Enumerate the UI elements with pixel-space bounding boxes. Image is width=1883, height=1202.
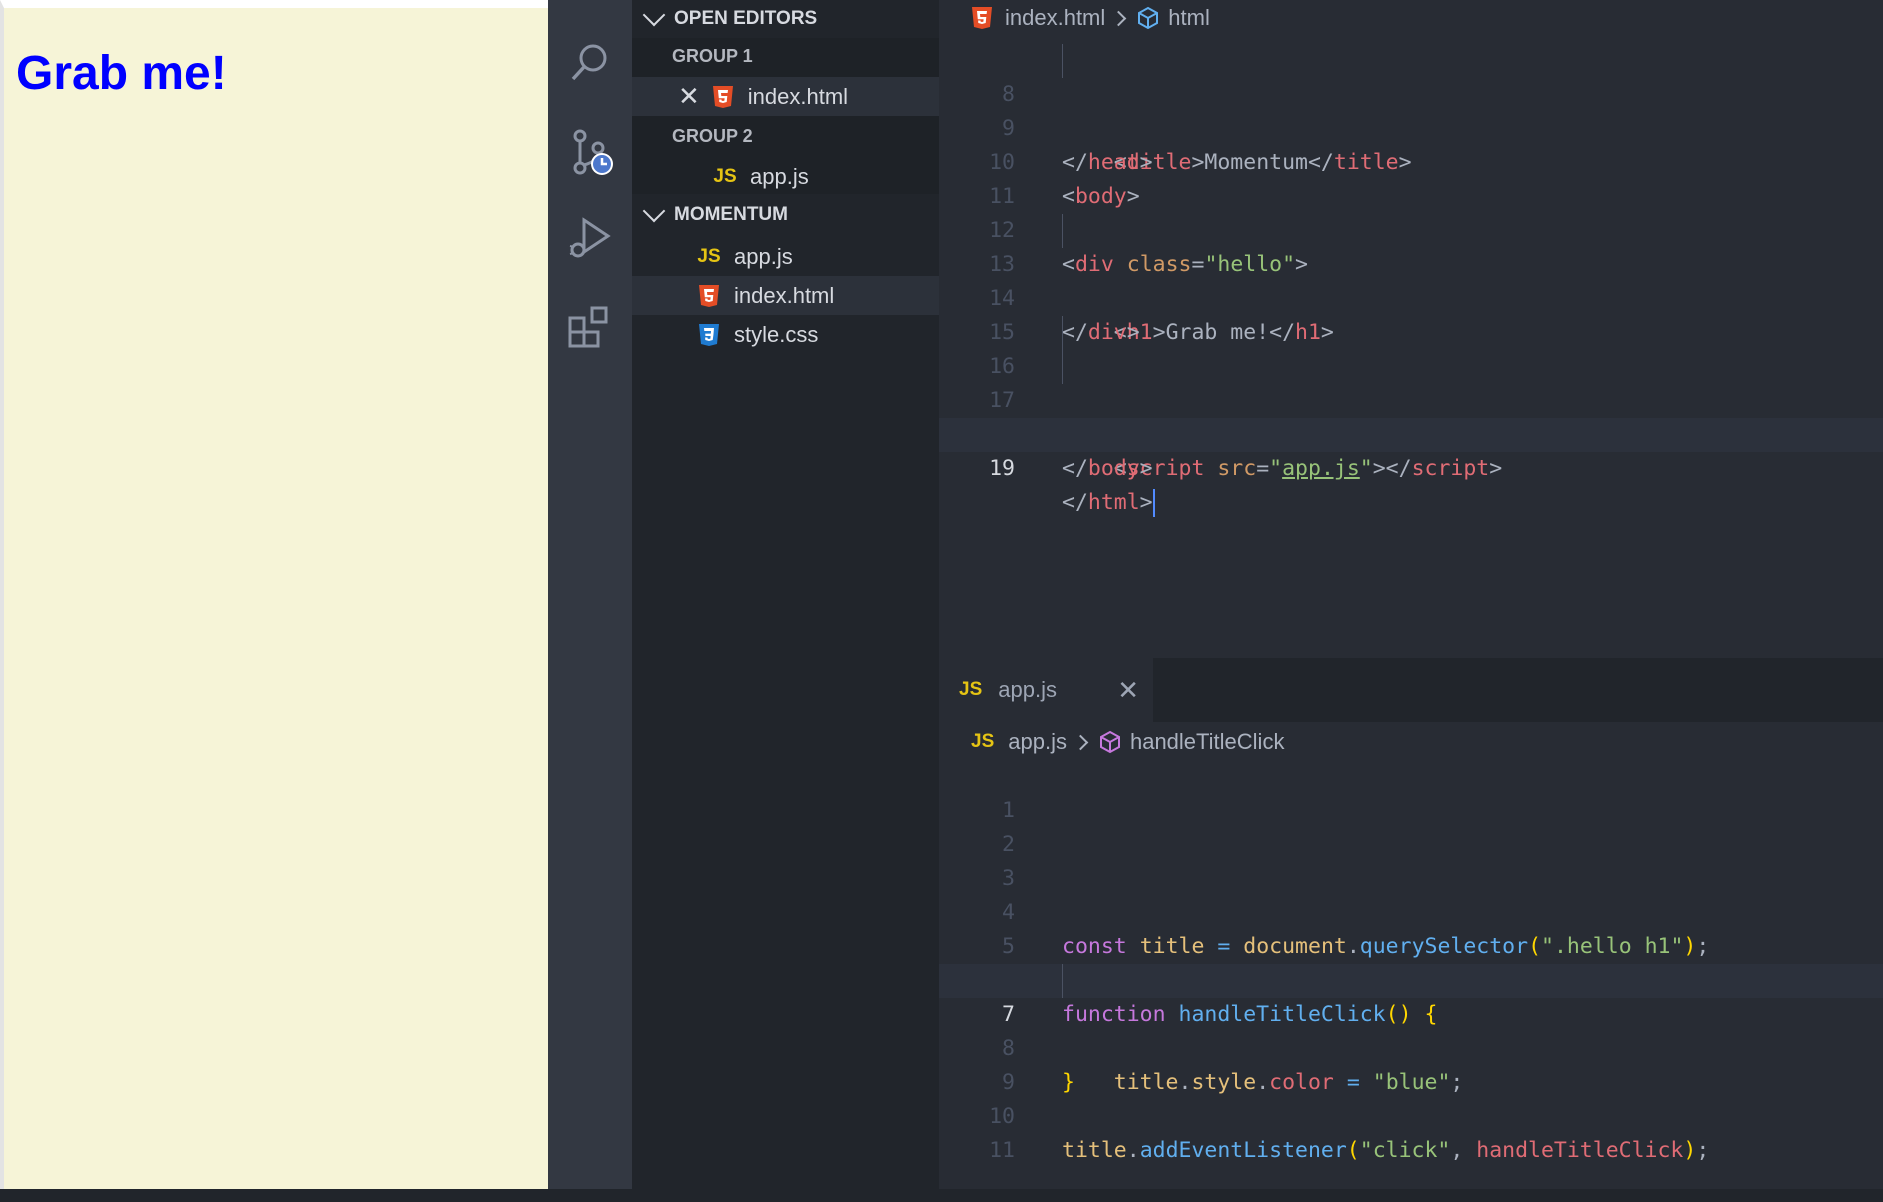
source-control-icon[interactable] xyxy=(566,128,614,176)
html5-file-icon xyxy=(971,6,993,30)
code-line[interactable]: 4 const title = document.querySelector("… xyxy=(939,862,1883,959)
indent-guide xyxy=(1062,214,1063,248)
js-file-icon: JS xyxy=(959,679,983,700)
cube-symbol-icon xyxy=(1136,6,1160,30)
breadcrumb-file[interactable]: app.js xyxy=(1008,729,1067,755)
extensions-icon[interactable] xyxy=(566,302,614,350)
html5-file-icon xyxy=(696,283,722,309)
file-label: index.html xyxy=(734,282,835,308)
code-line[interactable]: 1 xyxy=(939,760,1883,823)
text-cursor xyxy=(1152,489,1155,517)
code-line[interactable]: 2 xyxy=(939,794,1883,857)
code-text: </html> xyxy=(1062,489,1155,517)
code-text: title.addEventListener("click", handleTi… xyxy=(1062,1138,1710,1163)
editor-app-js[interactable]: JS app.js ✕ JS app.js handleTitleClick 1… xyxy=(939,658,1883,1189)
breadcrumb-symbol[interactable]: handleTitleClick xyxy=(1130,729,1284,755)
cube-symbol-icon xyxy=(1098,730,1122,754)
code-line[interactable]: 8 } xyxy=(939,998,1883,1095)
run-debug-icon[interactable] xyxy=(566,214,614,262)
code-line[interactable]: 5 xyxy=(939,896,1883,959)
line-number: 19 xyxy=(989,456,1015,481)
breadcrumb: index.html html xyxy=(971,0,1210,36)
breadcrumb-file[interactable]: index.html xyxy=(1005,5,1105,31)
js-file-icon: JS xyxy=(971,731,995,752)
code-line[interactable]: 15 xyxy=(939,282,1883,345)
code-line-current[interactable]: 7 title.style.color = "blue"; xyxy=(939,964,1883,1095)
chevron-down-icon xyxy=(642,3,666,27)
group-2-label: GROUP 2 xyxy=(672,126,753,146)
momentum-folder-header[interactable]: MOMENTUM xyxy=(632,196,939,234)
tab-bar: JS app.js ✕ xyxy=(939,658,1883,722)
open-editor-index-html[interactable]: ✕ index.html xyxy=(632,77,939,116)
code-line[interactable]: 14 </div> xyxy=(939,248,1883,345)
grab-me-heading[interactable]: Grab me! xyxy=(16,46,227,101)
indent-guide xyxy=(1062,350,1063,384)
chevron-right-icon xyxy=(1072,734,1089,750)
line-number: 11 xyxy=(989,1138,1015,1163)
code-line[interactable]: 10 title.addEventListener("click", handl… xyxy=(939,1066,1883,1163)
breadcrumb-symbol[interactable]: html xyxy=(1168,5,1210,31)
project-label: MOMENTUM xyxy=(674,204,788,225)
code-line[interactable]: 16 xyxy=(939,316,1883,379)
indent-guide xyxy=(1062,964,1063,998)
open-editors-header[interactable]: OPEN EDITORS xyxy=(632,0,939,38)
close-icon[interactable]: ✕ xyxy=(1117,675,1139,706)
indent-guide xyxy=(1062,44,1063,78)
chevron-down-icon xyxy=(642,199,666,223)
indent-guide xyxy=(1062,316,1063,350)
code-line-current[interactable]: 19 </html> xyxy=(939,418,1883,517)
code-line[interactable]: 11 xyxy=(939,1100,1883,1163)
file-label: app.js xyxy=(734,243,793,269)
code-line[interactable]: 6 function handleTitleClick() { xyxy=(939,930,1883,1027)
search-icon[interactable] xyxy=(566,38,614,86)
js-file-icon: JS xyxy=(697,245,721,267)
code-text: </body> xyxy=(1062,456,1153,481)
file-style-css[interactable]: style.css xyxy=(632,315,939,354)
css3-file-icon xyxy=(696,322,722,348)
tab-label: app.js xyxy=(998,677,1057,702)
code-line[interactable]: 9 </head> xyxy=(939,78,1883,175)
explorer-sidebar: OPEN EDITORS GROUP 1 ✕ index.html GROUP … xyxy=(632,0,939,1189)
open-editor-label: index.html xyxy=(747,83,849,109)
browser-preview: Grab me! xyxy=(0,0,548,1189)
html5-file-icon xyxy=(710,84,736,110)
file-index-html[interactable]: index.html xyxy=(632,276,939,315)
activity-bar xyxy=(548,0,632,1189)
code-line[interactable]: 10 <body> xyxy=(939,112,1883,209)
code-line[interactable]: 12 <div class="hello"> xyxy=(939,180,1883,277)
open-editor-app-js[interactable]: JS app.js xyxy=(632,157,939,196)
js-file-icon: JS xyxy=(713,165,737,187)
file-label: style.css xyxy=(734,321,819,347)
close-icon[interactable]: ✕ xyxy=(678,81,700,112)
code-line[interactable]: 3 xyxy=(939,828,1883,891)
group-1-label: GROUP 1 xyxy=(672,46,753,66)
breadcrumb: JS app.js handleTitleClick xyxy=(971,724,1284,760)
code-line[interactable]: 9 xyxy=(939,1032,1883,1095)
file-app-js[interactable]: JS app.js xyxy=(632,237,939,276)
code-line[interactable]: 8 <title>Momentum</title> xyxy=(939,44,1883,175)
code-line[interactable]: 18 </body> xyxy=(939,384,1883,481)
code-line[interactable]: 11 xyxy=(939,146,1883,209)
open-editors-label: OPEN EDITORS xyxy=(674,8,818,29)
tab-app-js[interactable]: JS app.js ✕ xyxy=(939,658,1153,722)
code-line[interactable]: 13 <h1>Grab me!</h1> xyxy=(939,214,1883,345)
open-editor-label: app.js xyxy=(750,163,809,189)
editor-index-html[interactable]: index.html html 8 <title>Momentum</title… xyxy=(939,0,1883,658)
code-line[interactable]: 17 <script src="app.js"></script> xyxy=(939,350,1883,481)
chevron-right-icon xyxy=(1111,10,1127,26)
